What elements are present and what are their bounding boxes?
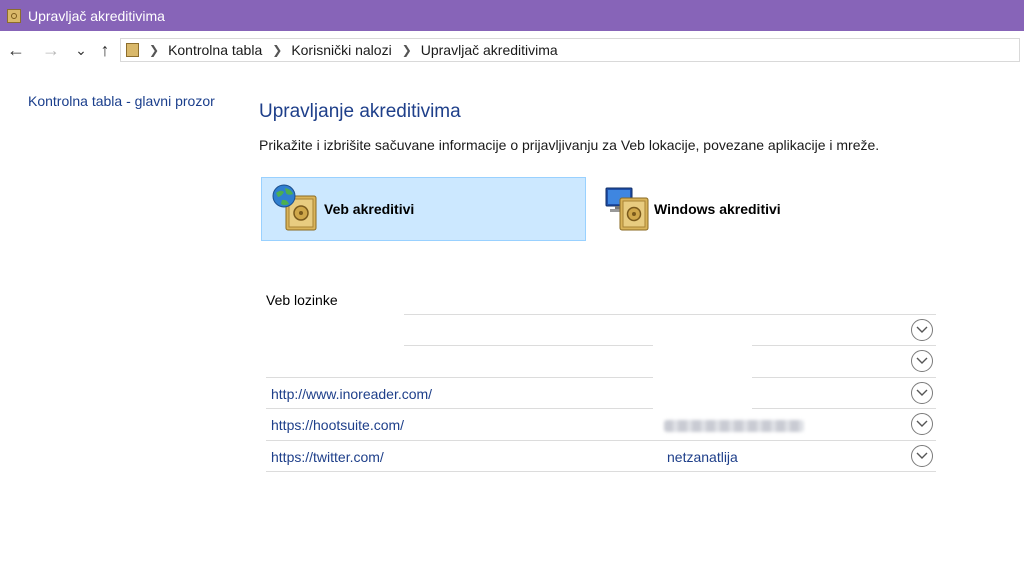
credential-url[interactable]: https://twitter.com/ bbox=[271, 449, 384, 465]
credential-url[interactable]: https://hootsuite.com/ bbox=[271, 417, 404, 433]
forward-arrow-icon[interactable]: → bbox=[41, 40, 61, 60]
control-panel-icon bbox=[126, 43, 139, 57]
windows-credentials-tile[interactable]: Windows akreditivi bbox=[602, 177, 932, 241]
web-credentials-label: Veb akreditivi bbox=[324, 201, 415, 217]
chevron-right-icon[interactable]: ❯ bbox=[149, 43, 159, 57]
chevron-right-icon[interactable]: ❯ bbox=[272, 43, 282, 57]
web-passwords-heading: Veb lozinke bbox=[266, 292, 338, 308]
expand-chevron-icon[interactable] bbox=[911, 413, 933, 435]
expand-chevron-icon[interactable] bbox=[911, 350, 933, 372]
navigation-bar: ← → ⌄ ↑ ❯ Kontrolna tabla ❯ Korisnički n… bbox=[0, 31, 1024, 70]
expand-chevron-icon[interactable] bbox=[911, 445, 933, 467]
chevron-right-icon[interactable]: ❯ bbox=[402, 43, 412, 57]
credential-row[interactable]: https://twitter.com/ netzanatlija bbox=[266, 441, 936, 472]
breadcrumb-credential-manager[interactable]: Upravljač akreditivima bbox=[421, 42, 558, 58]
credential-url[interactable]: http://www.inoreader.com/ bbox=[271, 386, 432, 402]
window-title: Upravljač akreditivima bbox=[28, 7, 165, 24]
credential-username: netzanatlija bbox=[667, 449, 738, 465]
computer-vault-icon bbox=[604, 184, 652, 234]
globe-vault-icon bbox=[272, 184, 320, 234]
credential-row[interactable] bbox=[266, 315, 936, 346]
page-title: Upravljanje akreditivima bbox=[259, 101, 461, 122]
back-arrow-icon[interactable]: ← bbox=[6, 40, 26, 60]
credential-row[interactable] bbox=[266, 346, 936, 377]
expand-chevron-icon[interactable] bbox=[911, 382, 933, 404]
windows-credentials-label: Windows akreditivi bbox=[654, 201, 781, 217]
web-credentials-tile[interactable]: Veb akreditivi bbox=[261, 177, 586, 241]
credential-row[interactable]: http://www.inoreader.com/ bbox=[266, 378, 936, 409]
page-description: Prikažite i izbrišite sačuvane informaci… bbox=[259, 137, 880, 153]
breadcrumb-user-accounts[interactable]: Korisnički nalozi bbox=[291, 42, 391, 58]
address-bar[interactable]: ❯ Kontrolna tabla ❯ Korisnički nalozi ❯ … bbox=[120, 38, 1020, 62]
credential-manager-icon bbox=[7, 8, 21, 23]
expand-chevron-icon[interactable] bbox=[911, 319, 933, 341]
title-bar: Upravljač akreditivima bbox=[0, 0, 1024, 31]
redacted-username bbox=[664, 420, 804, 432]
credential-row[interactable]: https://hootsuite.com/ bbox=[266, 409, 936, 440]
recent-locations-chevron-icon[interactable]: ⌄ bbox=[71, 40, 91, 60]
control-panel-home-link[interactable]: Kontrolna tabla - glavni prozor bbox=[28, 93, 215, 109]
up-arrow-icon[interactable]: ↑ bbox=[95, 40, 115, 60]
breadcrumb-control-panel[interactable]: Kontrolna tabla bbox=[168, 42, 262, 58]
